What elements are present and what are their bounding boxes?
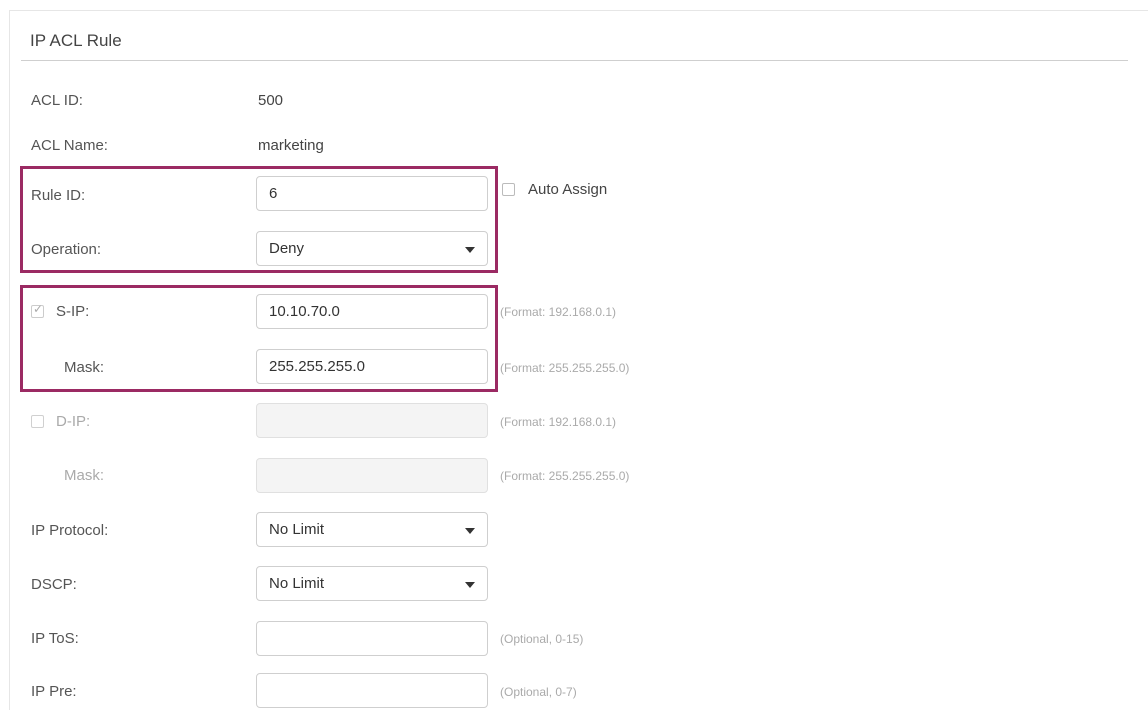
- caret-down-icon: [465, 528, 475, 534]
- operation-select[interactable]: Deny: [256, 231, 488, 266]
- acl-name-value: marketing: [258, 137, 324, 154]
- s-mask-input[interactable]: 255.255.255.0: [256, 349, 488, 384]
- acl-id-label: ACL ID:: [31, 92, 83, 109]
- ip-pre-hint: (Optional, 0-7): [500, 685, 577, 699]
- s-ip-format-hint: (Format: 192.168.0.1): [500, 305, 617, 319]
- caret-down-icon: [465, 582, 475, 588]
- ip-tos-hint: (Optional, 0-15): [500, 632, 584, 646]
- acl-id-value: 500: [258, 92, 284, 109]
- s-ip-label: S-IP:: [56, 303, 90, 320]
- section-title: IP ACL Rule: [30, 31, 122, 50]
- d-mask-label: Mask:: [64, 467, 105, 484]
- section-divider: [21, 60, 1128, 61]
- ip-tos-input[interactable]: [256, 621, 488, 656]
- d-mask-input[interactable]: [256, 458, 488, 493]
- dscp-label: DSCP:: [31, 576, 77, 593]
- acl-name-label: ACL Name:: [31, 137, 108, 154]
- s-ip-input[interactable]: 10.10.70.0: [256, 294, 488, 329]
- operation-selected-value: Deny: [269, 240, 305, 257]
- s-ip-checkbox[interactable]: ✓: [31, 302, 44, 318]
- caret-down-icon: [465, 247, 475, 253]
- d-ip-input[interactable]: [256, 403, 488, 438]
- s-mask-format-hint: (Format: 255.255.255.0): [500, 361, 630, 375]
- ip-pre-input[interactable]: [256, 673, 488, 708]
- d-mask-format-hint: (Format: 255.255.255.0): [500, 469, 630, 483]
- ip-protocol-label: IP Protocol:: [31, 522, 109, 539]
- rule-id-label: Rule ID:: [31, 187, 86, 204]
- auto-assign-label: Auto Assign: [528, 181, 608, 198]
- rule-id-input[interactable]: 6: [256, 176, 488, 211]
- ip-tos-label: IP ToS:: [31, 630, 79, 647]
- operation-label: Operation:: [31, 241, 102, 258]
- ip-protocol-selected-value: No Limit: [269, 521, 325, 538]
- auto-assign-checkbox[interactable]: [502, 183, 515, 196]
- d-ip-label: D-IP:: [56, 413, 91, 430]
- s-mask-label: Mask:: [64, 359, 105, 376]
- checkmark-icon: ✓: [33, 302, 44, 316]
- ip-pre-label: IP Pre:: [31, 683, 77, 700]
- dscp-selected-value: No Limit: [269, 575, 325, 592]
- d-ip-format-hint: (Format: 192.168.0.1): [500, 415, 617, 429]
- ip-protocol-select[interactable]: No Limit: [256, 512, 488, 547]
- dscp-select[interactable]: No Limit: [256, 566, 488, 601]
- d-ip-checkbox[interactable]: [31, 415, 44, 428]
